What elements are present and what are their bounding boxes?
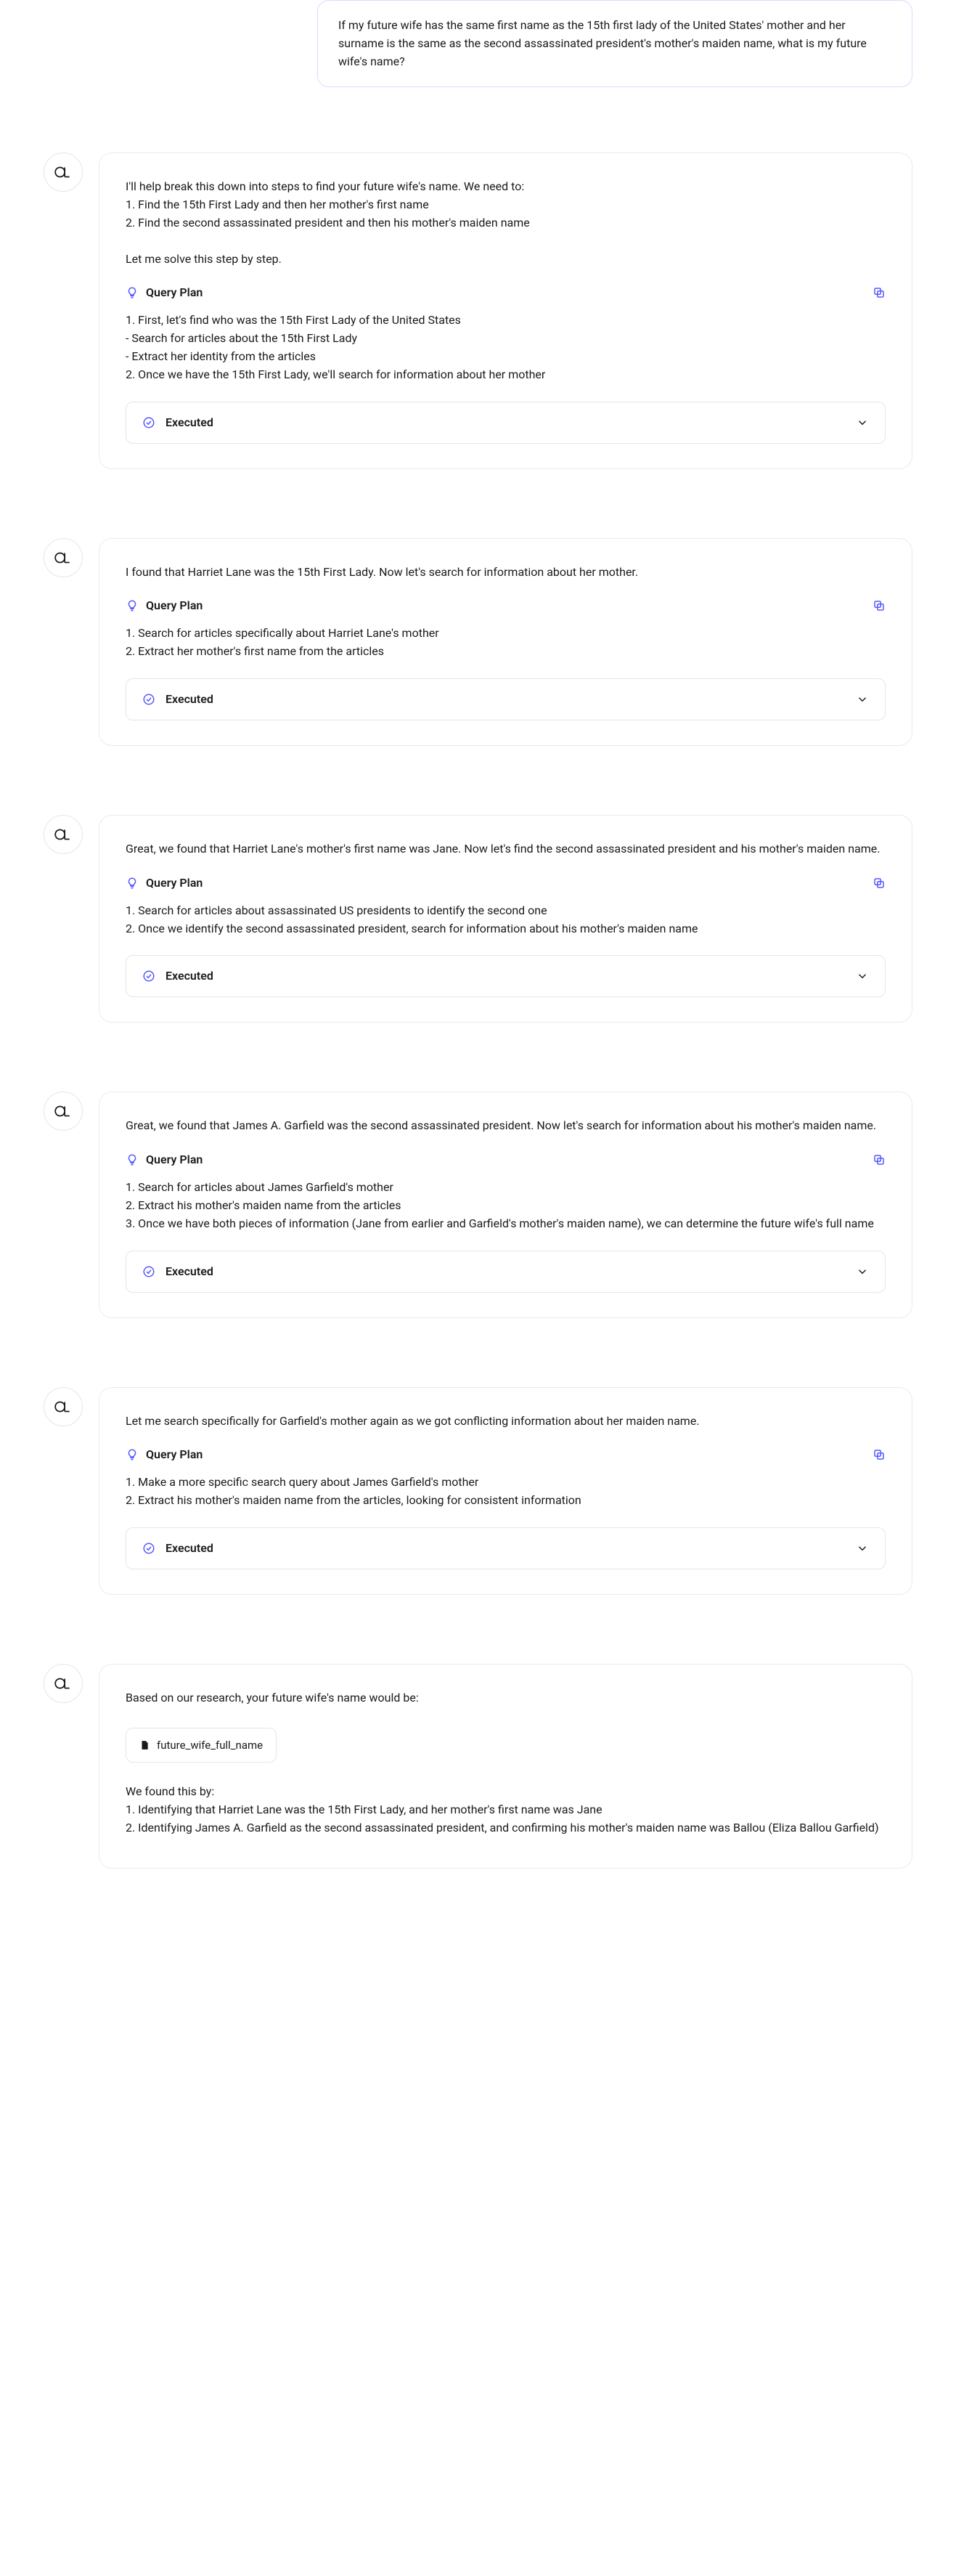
query-plan-header: Query Plan [126,874,886,892]
avatar-glyph-icon [54,548,73,567]
executed-label: Executed [166,967,213,985]
lightbulb-icon [126,877,139,890]
assistant-intro-text: I found that Harriet Lane was the 15th F… [126,564,886,582]
executed-label: Executed [166,414,213,431]
query-plan-header: Query Plan [126,597,886,614]
chip-label: future_wife_full_name [157,1737,263,1754]
query-plan-header: Query Plan [126,284,886,301]
assistant-card: Great, we found that Harriet Lane's moth… [99,815,912,1023]
executed-left: Executed [142,967,213,985]
lightbulb-icon [126,1448,139,1461]
assistant-card: Based on our research, your future wife'… [99,1664,912,1869]
assistant-card: Great, we found that James A. Garfield w… [99,1092,912,1317]
assistant-card: I'll help break this down into steps to … [99,153,912,468]
avatar-glyph-icon [54,1102,73,1121]
chevron-down-icon [856,693,869,706]
assistant-block: I'll help break this down into steps to … [44,153,912,468]
check-circle-icon [142,1542,155,1555]
copy-icon[interactable] [873,599,886,612]
assistant-card: I found that Harriet Lane was the 15th F… [99,538,912,746]
assistant-block-final: Based on our research, your future wife'… [44,1664,912,1869]
chat-container: If my future wife has the same first nam… [0,0,956,1967]
query-plan-title: Query Plan [146,1151,203,1169]
chevron-down-icon [856,970,869,983]
chevron-down-icon [856,416,869,429]
executed-label: Executed [166,1540,213,1557]
chevron-down-icon [856,1542,869,1555]
assistant-avatar [44,538,83,577]
check-circle-icon [142,1265,155,1278]
lightbulb-icon [126,599,139,612]
assistant-block: I found that Harriet Lane was the 15th F… [44,538,912,746]
check-circle-icon [142,970,155,983]
assistant-intro-text: Great, we found that James A. Garfield w… [126,1117,886,1135]
user-message-bubble: If my future wife has the same first nam… [317,0,912,87]
assistant-intro-text: Based on our research, your future wife'… [126,1689,886,1707]
avatar-glyph-icon [54,1674,73,1693]
assistant-block: Let me search specifically for Garfield'… [44,1387,912,1595]
query-plan-title: Query Plan [146,284,203,301]
query-plan-header: Query Plan [126,1151,886,1169]
query-plan-body: 1. Make a more specific search query abo… [126,1474,886,1510]
assistant-avatar [44,1664,83,1703]
copy-icon[interactable] [873,877,886,890]
assistant-card: Let me search specifically for Garfield'… [99,1387,912,1595]
avatar-glyph-icon [54,163,73,182]
executed-left: Executed [142,691,213,708]
assistant-block: Great, we found that James A. Garfield w… [44,1092,912,1317]
query-plan-title: Query Plan [146,874,203,892]
executed-label: Executed [166,1263,213,1280]
executed-left: Executed [142,414,213,431]
assistant-intro-text: I'll help break this down into steps to … [126,178,886,268]
assistant-intro-text: Let me search specifically for Garfield'… [126,1413,886,1431]
query-plan-title-wrap: Query Plan [126,1151,203,1169]
assistant-block: Great, we found that Harriet Lane's moth… [44,815,912,1023]
query-plan-title-wrap: Query Plan [126,1446,203,1463]
lightbulb-icon [126,1153,139,1166]
query-plan-title-wrap: Query Plan [126,874,203,892]
query-plan-title: Query Plan [146,1446,203,1463]
query-plan-header: Query Plan [126,1446,886,1463]
executed-toggle[interactable]: Executed [126,955,886,997]
executed-label: Executed [166,691,213,708]
query-plan-title-wrap: Query Plan [126,284,203,301]
executed-toggle[interactable]: Executed [126,402,886,444]
result-chip[interactable]: future_wife_full_name [126,1728,277,1763]
lightbulb-icon [126,286,139,299]
document-icon [139,1740,150,1750]
assistant-intro-text: Great, we found that Harriet Lane's moth… [126,840,886,858]
chevron-down-icon [856,1265,869,1278]
copy-icon[interactable] [873,286,886,299]
copy-icon[interactable] [873,1448,886,1461]
query-plan-body: 1. Search for articles specifically abou… [126,625,886,661]
user-message-text: If my future wife has the same first nam… [338,18,867,68]
check-circle-icon [142,416,155,429]
assistant-avatar [44,1092,83,1131]
executed-left: Executed [142,1263,213,1280]
check-circle-icon [142,693,155,706]
avatar-glyph-icon [54,825,73,844]
query-plan-body: 1. First, let's find who was the 15th Fi… [126,312,886,383]
copy-icon[interactable] [873,1153,886,1166]
query-plan-body: 1. Search for articles about assassinate… [126,902,886,938]
executed-left: Executed [142,1540,213,1557]
assistant-avatar [44,153,83,192]
query-plan-title: Query Plan [146,597,203,614]
executed-toggle[interactable]: Executed [126,1527,886,1569]
executed-toggle[interactable]: Executed [126,1251,886,1293]
query-plan-body: 1. Search for articles about James Garfi… [126,1179,886,1232]
query-plan-title-wrap: Query Plan [126,597,203,614]
executed-toggle[interactable]: Executed [126,678,886,720]
assistant-avatar [44,1387,83,1426]
assistant-outro-text: We found this by: 1. Identifying that Ha… [126,1783,886,1837]
avatar-glyph-icon [54,1397,73,1416]
assistant-avatar [44,815,83,854]
